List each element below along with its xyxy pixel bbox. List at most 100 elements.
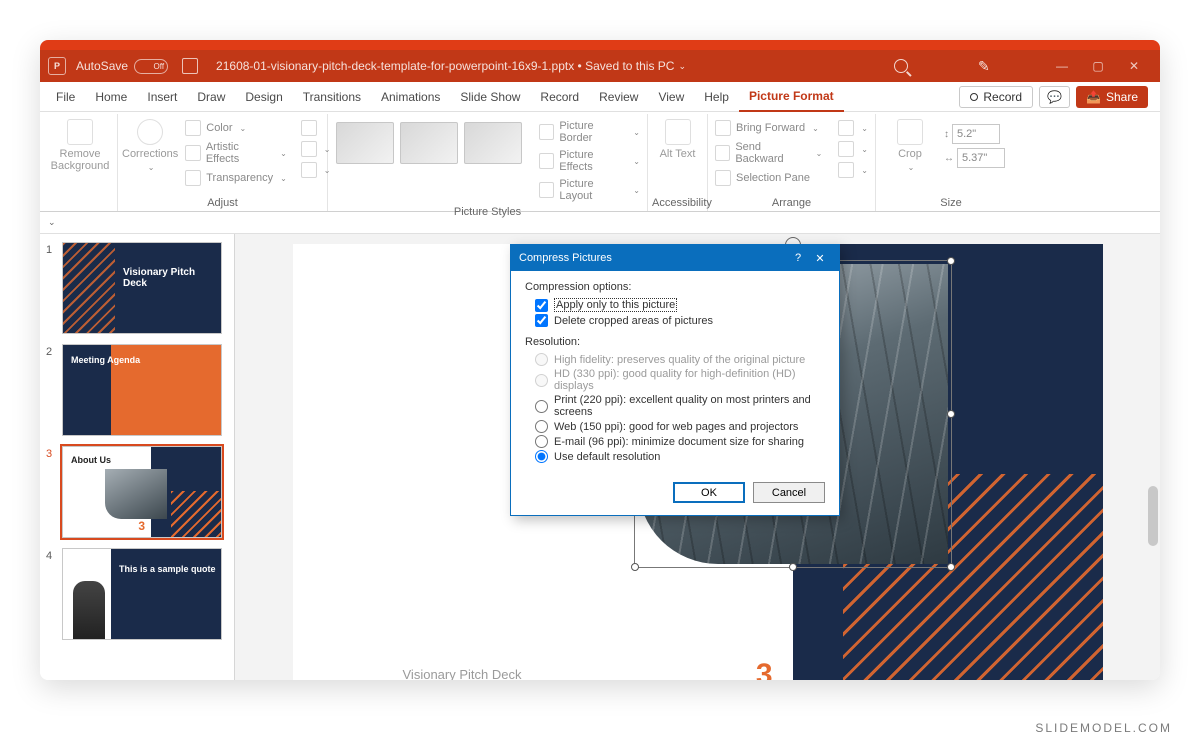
slide-thumbnail-panel[interactable]: 1 Visionary Pitch Deck 2 Meeting Agenda …	[40, 234, 235, 680]
res-default-radio[interactable]: Use default resolution	[525, 449, 825, 464]
comments-button[interactable]: 💬	[1039, 86, 1070, 108]
artistic-icon	[185, 145, 201, 161]
send-backward-icon	[715, 145, 730, 161]
res-email-radio[interactable]: E-mail (96 ppi): minimize document size …	[525, 434, 825, 449]
picture-layout-button[interactable]: Picture Layout⌄	[536, 176, 643, 204]
powerpoint-window: P AutoSave Off 21608-01-visionary-pitch-…	[40, 40, 1160, 680]
record-button[interactable]: Record	[959, 86, 1033, 108]
res-hd-radio: HD (330 ppi): good quality for high-defi…	[525, 367, 825, 393]
accent-strip	[40, 40, 1160, 50]
layout-icon	[539, 182, 554, 198]
save-icon[interactable]	[182, 58, 198, 74]
group-label-arrange: Arrange	[712, 195, 871, 211]
border-icon	[539, 124, 554, 140]
tab-insert[interactable]: Insert	[137, 82, 187, 112]
corrections-button[interactable]: Corrections⌄	[122, 116, 178, 195]
tab-file[interactable]: File	[46, 82, 85, 112]
share-button[interactable]: 📤 Share	[1076, 86, 1148, 108]
align-icon	[838, 120, 854, 136]
main-area: 1 Visionary Pitch Deck 2 Meeting Agenda …	[40, 234, 1160, 680]
record-icon	[970, 93, 978, 101]
style-thumb[interactable]	[336, 122, 394, 164]
tab-slideshow[interactable]: Slide Show	[450, 82, 530, 112]
artistic-effects-button[interactable]: Artistic Effects⌄	[182, 139, 290, 167]
dialog-titlebar[interactable]: Compress Pictures ? ✕	[511, 245, 839, 271]
slide-thumb-4[interactable]: This is a sample quote	[62, 548, 222, 640]
slide-thumb-1[interactable]: Visionary Pitch Deck	[62, 242, 222, 334]
picture-border-button[interactable]: Picture Border⌄	[536, 118, 643, 146]
alt-text-icon	[665, 119, 691, 145]
color-icon	[185, 120, 201, 136]
group-label-adjust: Adjust	[122, 195, 323, 211]
color-button[interactable]: Color⌄	[182, 118, 290, 138]
picture-effects-button[interactable]: Picture Effects⌄	[536, 147, 643, 175]
slide-thumb-3[interactable]: About Us3	[62, 446, 222, 538]
tab-review[interactable]: Review	[589, 82, 648, 112]
ribbon-tabs: File Home Insert Draw Design Transitions…	[40, 82, 1160, 112]
selection-pane-icon	[715, 170, 731, 186]
align-button[interactable]: ⌄	[835, 118, 871, 138]
transparency-icon	[185, 170, 201, 186]
change-pic-icon	[301, 141, 317, 157]
selection-pane-button[interactable]: Selection Pane	[712, 168, 825, 188]
cancel-button[interactable]: Cancel	[753, 482, 825, 503]
dialog-help-icon[interactable]: ?	[787, 252, 809, 264]
res-web-radio[interactable]: Web (150 ppi): good for web pages and pr…	[525, 419, 825, 434]
tab-design[interactable]: Design	[235, 82, 292, 112]
alt-text-button[interactable]: Alt Text	[652, 116, 703, 195]
height-input[interactable]: 5.2"	[952, 124, 1000, 144]
remove-bg-icon	[67, 119, 93, 145]
maximize-button[interactable]: ▢	[1080, 51, 1116, 81]
app-icon: P	[48, 57, 66, 75]
delete-cropped-checkbox[interactable]: Delete cropped areas of pictures	[525, 313, 825, 328]
transparency-button[interactable]: Transparency⌄	[182, 168, 290, 188]
tab-transitions[interactable]: Transitions	[293, 82, 371, 112]
tab-record[interactable]: Record	[530, 82, 589, 112]
tab-home[interactable]: Home	[85, 82, 137, 112]
vertical-scrollbar[interactable]	[1148, 486, 1158, 546]
style-thumb[interactable]	[400, 122, 458, 164]
compress-icon	[301, 120, 317, 136]
tab-draw[interactable]: Draw	[187, 82, 235, 112]
height-icon: ↕	[944, 129, 949, 140]
coming-soon-icon[interactable]	[978, 58, 994, 74]
res-print-radio[interactable]: Print (220 ppi): excellent quality on mo…	[525, 393, 825, 419]
ribbon-body: Remove Background Corrections⌄ Color⌄ Ar…	[40, 112, 1160, 212]
document-title: 21608-01-visionary-pitch-deck-template-f…	[216, 59, 674, 73]
compress-pictures-dialog: Compress Pictures ? ✕ Compression option…	[510, 244, 840, 516]
style-thumb[interactable]	[464, 122, 522, 164]
tab-animations[interactable]: Animations	[371, 82, 450, 112]
tab-view[interactable]: View	[648, 82, 694, 112]
width-icon: ↔	[944, 153, 954, 164]
ok-button[interactable]: OK	[673, 482, 745, 503]
slide-thumb-2[interactable]: Meeting Agenda	[62, 344, 222, 436]
crop-button[interactable]: Crop⌄	[880, 116, 940, 195]
crop-icon	[897, 119, 923, 145]
group-label-accessibility: Accessibility	[652, 195, 703, 211]
tab-picture-format[interactable]: Picture Format	[739, 82, 844, 112]
slide-number: 3	[756, 658, 773, 680]
dialog-close-icon[interactable]: ✕	[809, 252, 831, 265]
remove-background-button[interactable]: Remove Background	[50, 116, 110, 211]
close-button[interactable]: ✕	[1116, 51, 1152, 81]
picture-styles-gallery[interactable]	[332, 116, 526, 204]
watermark: SLIDEMODEL.COM	[1035, 721, 1172, 735]
width-input[interactable]: 5.37"	[957, 148, 1005, 168]
group-button[interactable]: ⌄	[835, 139, 871, 159]
slide-canvas-area: Visionary Pitch Deck 3 Compress Pictures…	[235, 234, 1160, 680]
tab-help[interactable]: Help	[694, 82, 739, 112]
search-icon[interactable]	[894, 59, 908, 73]
dialog-title: Compress Pictures	[519, 252, 612, 264]
title-bar: P AutoSave Off 21608-01-visionary-pitch-…	[40, 50, 1160, 82]
bring-forward-button[interactable]: Bring Forward⌄	[712, 118, 825, 138]
apply-only-checkbox[interactable]: Apply only to this picture	[525, 297, 825, 313]
qat-chevron-icon[interactable]: ⌄	[48, 217, 56, 228]
autosave-label: AutoSave	[76, 59, 128, 73]
title-chevron-icon[interactable]: ⌄	[678, 61, 686, 72]
send-backward-button[interactable]: Send Backward⌄	[712, 139, 825, 167]
thumb-number: 2	[46, 344, 56, 436]
rotate-button[interactable]: ⌄	[835, 160, 871, 180]
minimize-button[interactable]: ―	[1044, 51, 1080, 81]
res-high-fidelity-radio: High fidelity: preserves quality of the …	[525, 352, 825, 367]
autosave-toggle[interactable]: Off	[134, 59, 168, 74]
